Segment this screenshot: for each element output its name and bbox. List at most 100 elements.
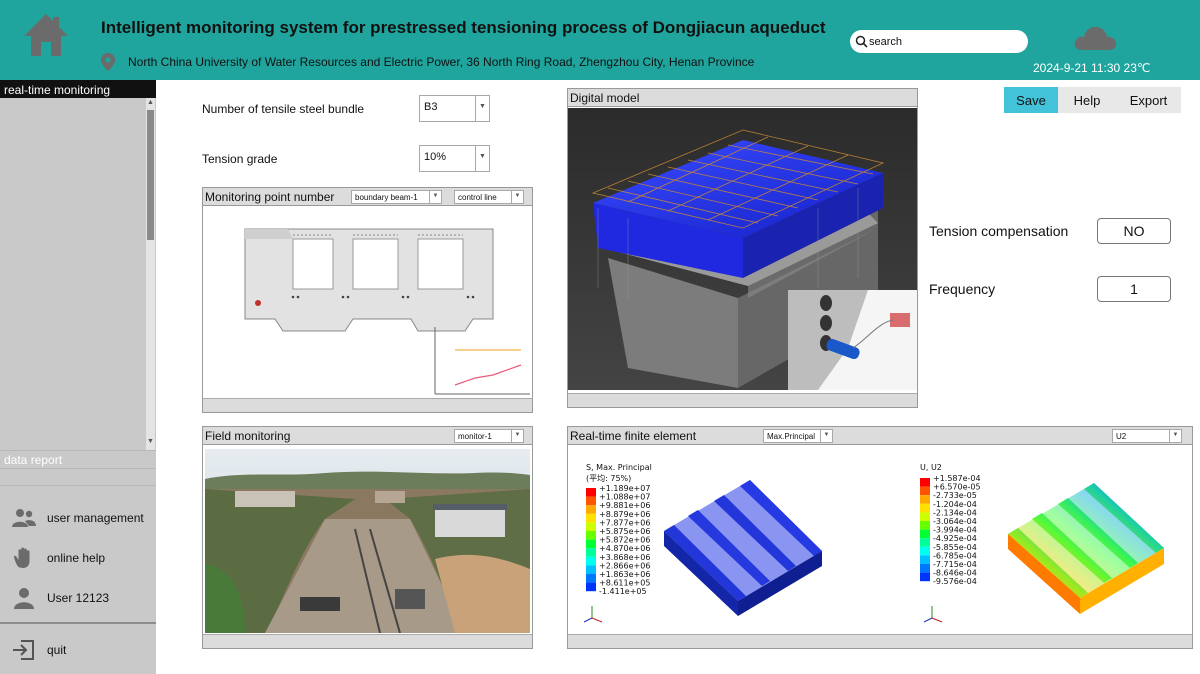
- sidebar-item-label: quit: [47, 643, 67, 657]
- left-legend-subtitle: (平均: 75%): [586, 473, 631, 483]
- sidebar-list: [0, 98, 156, 450]
- sidebar-spacer: [0, 468, 156, 486]
- search-icon[interactable]: [855, 35, 868, 48]
- right-legend-swatch: [920, 521, 930, 530]
- sidebar-item-label: online help: [47, 551, 106, 565]
- sidebar-item-quit[interactable]: quit: [0, 630, 156, 670]
- bundle-select[interactable]: B3 ▼: [419, 95, 490, 122]
- search-input[interactable]: [869, 33, 1019, 50]
- hand-icon: [13, 547, 30, 569]
- location-pin-icon: [101, 53, 115, 71]
- logout-icon: [13, 640, 34, 660]
- right-legend-swatch: [920, 495, 930, 504]
- frequency-label: Frequency: [929, 281, 996, 297]
- panel-header: Digital model: [568, 89, 917, 107]
- stress-type-select[interactable]: Max.Principal ▼: [763, 429, 833, 443]
- panel-footer: [203, 398, 532, 412]
- panel-title: Monitoring point number: [205, 190, 335, 204]
- line-select[interactable]: control line ▼: [454, 190, 524, 204]
- finite-element-panel: Real-time finite element Max.Principal ▼…: [567, 426, 1193, 649]
- compensation-value-field[interactable]: NO: [1097, 218, 1171, 244]
- right-legend-title: U, U2: [920, 463, 942, 472]
- field-camera-image[interactable]: [205, 449, 530, 633]
- sidebar-divider: [0, 622, 156, 624]
- right-legend-value: -9.576e-04: [933, 577, 977, 586]
- compensation-label: Tension compensation: [929, 223, 1069, 239]
- scroll-up-icon[interactable]: ▲: [147, 99, 154, 106]
- left-legend-swatch: [586, 505, 596, 514]
- chevron-down-icon[interactable]: ▼: [1169, 430, 1181, 442]
- finite-element-view[interactable]: S, Max. Principal (平均: 75%) +1.189e+07+1…: [568, 446, 1192, 632]
- left-legend-title: S, Max. Principal: [586, 463, 652, 472]
- right-legend-swatch: [920, 546, 930, 556]
- right-legend-swatch: [920, 564, 930, 573]
- left-legend-swatch: [586, 522, 596, 531]
- right-legend: +1.587e-04+6.570e-05-2.733e-05-1.204e-04…: [920, 474, 981, 586]
- digital-model-panel: Digital model: [567, 88, 918, 408]
- bundle-value: B3: [424, 101, 438, 113]
- bundle-label: Number of tensile steel bundle: [202, 102, 365, 116]
- datetime-weather: 2024-9-21 11:30 23℃: [1033, 61, 1151, 75]
- left-legend-swatch: [586, 582, 596, 592]
- displacement-value: U2: [1116, 432, 1127, 441]
- chevron-down-icon[interactable]: ▼: [511, 191, 523, 203]
- chevron-down-icon[interactable]: ▼: [820, 430, 832, 442]
- panel-footer: [568, 634, 1192, 648]
- home-icon[interactable]: [22, 12, 70, 58]
- right-legend-swatch: [920, 486, 930, 496]
- header-bar: Intelligent monitoring system for prestr…: [0, 0, 1200, 80]
- stress-contour-model: [664, 480, 822, 616]
- beam-section-drawing: [244, 228, 530, 395]
- sidebar-item-label: user management: [47, 511, 144, 525]
- right-legend-swatch: [920, 555, 930, 564]
- save-button[interactable]: Save: [1004, 87, 1058, 113]
- sidebar-item-online-help[interactable]: online help: [0, 538, 156, 578]
- axis-triad-icon: [923, 606, 943, 623]
- sidebar-item-data-report[interactable]: data report: [0, 450, 156, 467]
- chevron-down-icon[interactable]: ▼: [429, 191, 441, 203]
- left-legend-swatch: [586, 548, 596, 557]
- chevron-down-icon[interactable]: ▼: [511, 430, 523, 442]
- scroll-thumb[interactable]: [147, 110, 154, 240]
- panel-header: Real-time finite element: [568, 427, 1192, 445]
- left-legend-swatch: [586, 513, 596, 523]
- left-legend-swatch: [586, 565, 596, 574]
- grade-label: Tension grade: [202, 152, 278, 166]
- beam-select[interactable]: boundary beam-1 ▼: [351, 190, 442, 204]
- cloud-icon: [1074, 26, 1117, 50]
- right-legend-swatch: [920, 478, 930, 487]
- digital-model-viewport[interactable]: [568, 108, 917, 390]
- action-button-group: Save Help Export: [1004, 87, 1181, 113]
- search-box[interactable]: [850, 30, 1028, 53]
- displacement-select[interactable]: U2 ▼: [1112, 429, 1182, 443]
- monitoring-point-marker[interactable]: [255, 300, 261, 306]
- monitor-select[interactable]: monitor-1 ▼: [454, 429, 524, 443]
- displacement-contour-model: [1008, 483, 1164, 614]
- sidebar-item-user[interactable]: User 12123: [0, 578, 156, 618]
- users-icon: [12, 509, 36, 527]
- sidebar-item-user-management[interactable]: user management: [0, 498, 156, 538]
- help-button[interactable]: Help: [1058, 87, 1116, 113]
- left-legend-swatch: [586, 531, 596, 540]
- right-legend-swatch: [920, 529, 930, 539]
- right-legend-swatch: [920, 512, 930, 521]
- stress-type-value: Max.Principal: [767, 432, 816, 441]
- panel-title: Field monitoring: [205, 429, 291, 443]
- sidebar-menu: user management online help User 12123 q…: [0, 498, 156, 670]
- left-legend-value: -1.411e+05: [599, 587, 647, 596]
- left-legend-swatch: [586, 574, 596, 583]
- chevron-down-icon[interactable]: ▼: [475, 96, 489, 121]
- left-legend-swatch: [586, 488, 596, 497]
- axis-triad-icon: [583, 606, 603, 623]
- sidebar-item-real-time-monitoring[interactable]: real-time monitoring: [0, 80, 156, 98]
- monitoring-point-panel: Monitoring point number boundary beam-1 …: [202, 187, 533, 413]
- scroll-down-icon[interactable]: ▼: [147, 438, 154, 445]
- chevron-down-icon[interactable]: ▼: [475, 146, 489, 171]
- export-button[interactable]: Export: [1116, 87, 1181, 113]
- grade-select[interactable]: 10% ▼: [419, 145, 490, 172]
- sidebar-scrollbar[interactable]: ▲ ▼: [146, 98, 155, 450]
- frequency-value-field[interactable]: 1: [1097, 276, 1171, 302]
- panel-title: Real-time finite element: [570, 429, 697, 443]
- left-legend-swatch: [586, 539, 596, 549]
- left-legend-swatch: [586, 556, 596, 566]
